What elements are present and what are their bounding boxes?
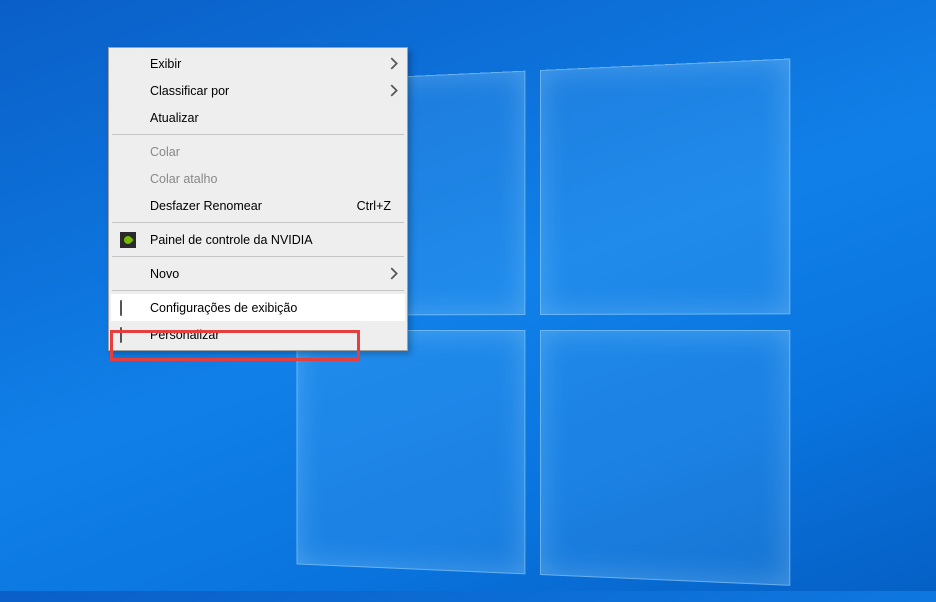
menu-separator bbox=[112, 256, 404, 257]
menu-item-display-settings[interactable]: Configurações de exibição bbox=[111, 294, 405, 321]
menu-label: Novo bbox=[150, 267, 387, 281]
menu-label: Painel de controle da NVIDIA bbox=[150, 233, 401, 247]
menu-item-personalize[interactable]: Personalizar bbox=[111, 321, 405, 348]
menu-separator bbox=[112, 222, 404, 223]
menu-shortcut: Ctrl+Z bbox=[357, 199, 391, 213]
chevron-right-icon bbox=[387, 84, 401, 97]
chevron-right-icon bbox=[387, 57, 401, 70]
menu-item-paste-shortcut: Colar atalho bbox=[111, 165, 405, 192]
menu-label: Atualizar bbox=[150, 111, 401, 125]
menu-label: Exibir bbox=[150, 57, 387, 71]
menu-label: Desfazer Renomear bbox=[150, 199, 357, 213]
menu-label: Classificar por bbox=[150, 84, 387, 98]
nvidia-icon bbox=[119, 231, 137, 249]
menu-item-nvidia-control-panel[interactable]: Painel de controle da NVIDIA bbox=[111, 226, 405, 253]
menu-label: Colar bbox=[150, 145, 401, 159]
menu-label: Configurações de exibição bbox=[150, 301, 401, 315]
menu-label: Colar atalho bbox=[150, 172, 401, 186]
menu-item-undo-rename[interactable]: Desfazer Renomear Ctrl+Z bbox=[111, 192, 405, 219]
menu-item-sort-by[interactable]: Classificar por bbox=[111, 77, 405, 104]
chevron-right-icon bbox=[387, 267, 401, 280]
menu-separator bbox=[112, 134, 404, 135]
desktop-background[interactable]: Exibir Classificar por Atualizar Colar bbox=[0, 0, 936, 591]
desktop-context-menu: Exibir Classificar por Atualizar Colar bbox=[108, 47, 408, 351]
menu-separator bbox=[112, 290, 404, 291]
menu-label: Personalizar bbox=[150, 328, 401, 342]
menu-item-new[interactable]: Novo bbox=[111, 260, 405, 287]
menu-item-refresh[interactable]: Atualizar bbox=[111, 104, 405, 131]
personalize-icon bbox=[119, 326, 137, 344]
display-settings-icon bbox=[119, 299, 137, 317]
menu-item-paste: Colar bbox=[111, 138, 405, 165]
menu-item-view[interactable]: Exibir bbox=[111, 50, 405, 77]
